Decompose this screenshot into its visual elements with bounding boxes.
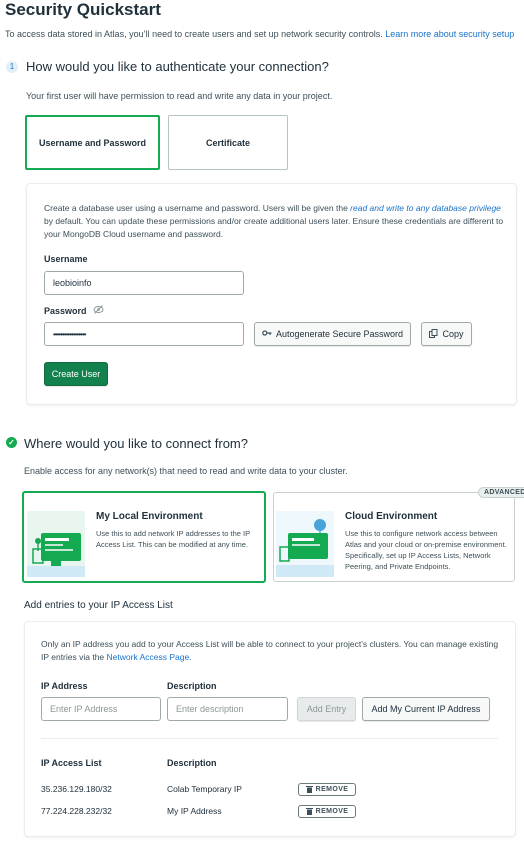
table-row: 77.224.228.232/32 My IP Address REMOVE <box>41 802 511 820</box>
connect-subtext: Enable access for any network(s) that ne… <box>24 466 348 476</box>
ip-address-label: IP Address <box>41 681 88 691</box>
username-label: Username <box>44 254 88 264</box>
key-icon <box>262 329 272 339</box>
page-intro: To access data stored in Atlas, you’ll n… <box>5 29 514 39</box>
ip-list-header: IP Access List <box>41 758 102 768</box>
ip-cell: 35.236.129.180/32 <box>41 784 112 794</box>
add-current-ip-button[interactable]: Add My Current IP Address <box>362 697 490 721</box>
table-row: 35.236.129.180/32 Colab Temporary IP REM… <box>41 780 511 798</box>
ip-list-description-header: Description <box>167 758 217 768</box>
copy-label: Copy <box>442 329 464 339</box>
intro-text: To access data stored in Atlas, you’ll n… <box>5 29 383 39</box>
autogenerate-password-button[interactable]: Autogenerate Secure Password <box>254 322 411 346</box>
local-environment-description: Use this to add network IP addresses to … <box>96 529 250 549</box>
password-label-row: Password <box>44 305 104 316</box>
copy-icon <box>429 328 438 340</box>
remove-button[interactable]: REMOVE <box>298 783 356 796</box>
privilege-link[interactable]: read and write to any database privilege <box>350 203 501 213</box>
page-title: Security Quickstart <box>5 0 161 19</box>
trash-icon <box>305 807 313 817</box>
check-circle-icon: ✓ <box>6 437 17 448</box>
copy-button[interactable]: Copy <box>421 322 472 346</box>
auth-subtext: Your first user will have permission to … <box>26 91 333 101</box>
create-user-description: Create a database user using a username … <box>44 202 506 242</box>
cloud-environment-card[interactable]: Cloud Environment Use this to configure … <box>273 492 515 582</box>
description-cell: My IP Address <box>167 806 222 816</box>
ip-address-input[interactable]: Enter IP Address <box>41 697 161 721</box>
trash-icon <box>305 785 313 795</box>
add-entry-button[interactable]: Add Entry <box>297 697 356 721</box>
local-environment-card[interactable]: My Local Environment Use this to add net… <box>22 491 266 583</box>
connect-heading: Where would you like to connect from? <box>24 436 248 451</box>
auth-option-label: Username and Password <box>38 137 147 148</box>
advanced-badge: ADVANCED <box>478 487 524 498</box>
cloud-environment-title: Cloud Environment <box>345 511 438 522</box>
network-access-link[interactable]: Network Access Page. <box>107 652 192 662</box>
username-input[interactable]: leobioinfo <box>44 271 244 295</box>
local-environment-illustration <box>27 511 85 577</box>
ip-description: Only an IP address you add to your Acces… <box>41 638 507 664</box>
auth-option-label: Certificate <box>205 137 250 148</box>
remove-button[interactable]: REMOVE <box>298 805 356 818</box>
eye-slash-icon[interactable] <box>93 305 104 316</box>
cloud-environment-description: Use this to configure network access bet… <box>345 529 507 571</box>
ip-description-input[interactable]: Enter description <box>167 697 288 721</box>
learn-more-link[interactable]: Learn more about security setup <box>385 29 514 39</box>
description-label: Description <box>167 681 217 691</box>
local-environment-title: My Local Environment <box>96 511 203 522</box>
remove-label: REMOVE <box>315 808 349 815</box>
password-label: Password <box>44 305 87 316</box>
cloud-environment-illustration <box>276 511 334 577</box>
description-text: Create a database user using a username … <box>44 203 351 213</box>
ip-section-title: Add entries to your IP Access List <box>24 600 173 611</box>
auth-option-username-password[interactable]: Username and Password <box>25 115 160 170</box>
create-user-button[interactable]: Create User <box>44 362 108 386</box>
autogenerate-label: Autogenerate Secure Password <box>275 329 404 339</box>
auth-heading: How would you like to authenticate your … <box>26 59 329 74</box>
ip-cell: 77.224.228.232/32 <box>41 806 112 816</box>
password-input[interactable]: •••••••••••••••••• <box>44 322 244 346</box>
description-text: by default. You can update these permiss… <box>44 216 504 240</box>
section-divider <box>41 738 498 739</box>
step-number-badge: 1 <box>6 61 18 73</box>
description-cell: Colab Temporary IP <box>167 784 242 794</box>
auth-option-certificate[interactable]: Certificate <box>168 115 288 170</box>
remove-label: REMOVE <box>315 786 349 793</box>
